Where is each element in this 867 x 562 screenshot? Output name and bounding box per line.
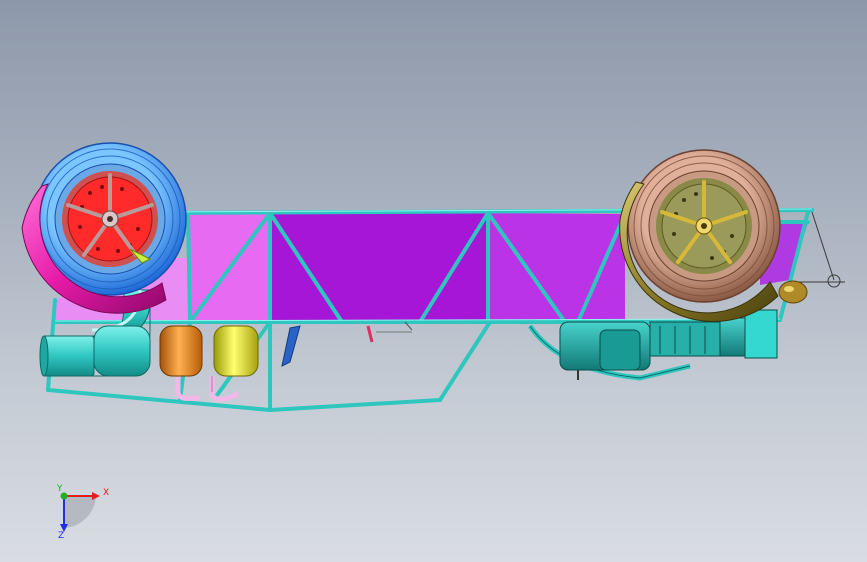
vertical-post-0: [186, 211, 192, 324]
3d-viewport[interactable]: X Y Z: [0, 0, 867, 562]
yellow-tank: [213, 325, 259, 377]
chassis-model[interactable]: [0, 0, 867, 562]
panel-right: [488, 213, 625, 322]
bottom-rail-mid: [268, 398, 442, 412]
fuel-tanks: [159, 325, 259, 402]
coordinate-triad: [60, 492, 100, 532]
z-axis-label: Z: [58, 531, 65, 541]
x-axis-label: X: [103, 488, 110, 498]
bottom-rail-rise: [438, 320, 492, 402]
orange-tank: [159, 325, 203, 377]
right-wheel: [627, 149, 781, 303]
y-axis-label: Y: [57, 484, 63, 494]
pedal-assembly: [281, 321, 413, 367]
